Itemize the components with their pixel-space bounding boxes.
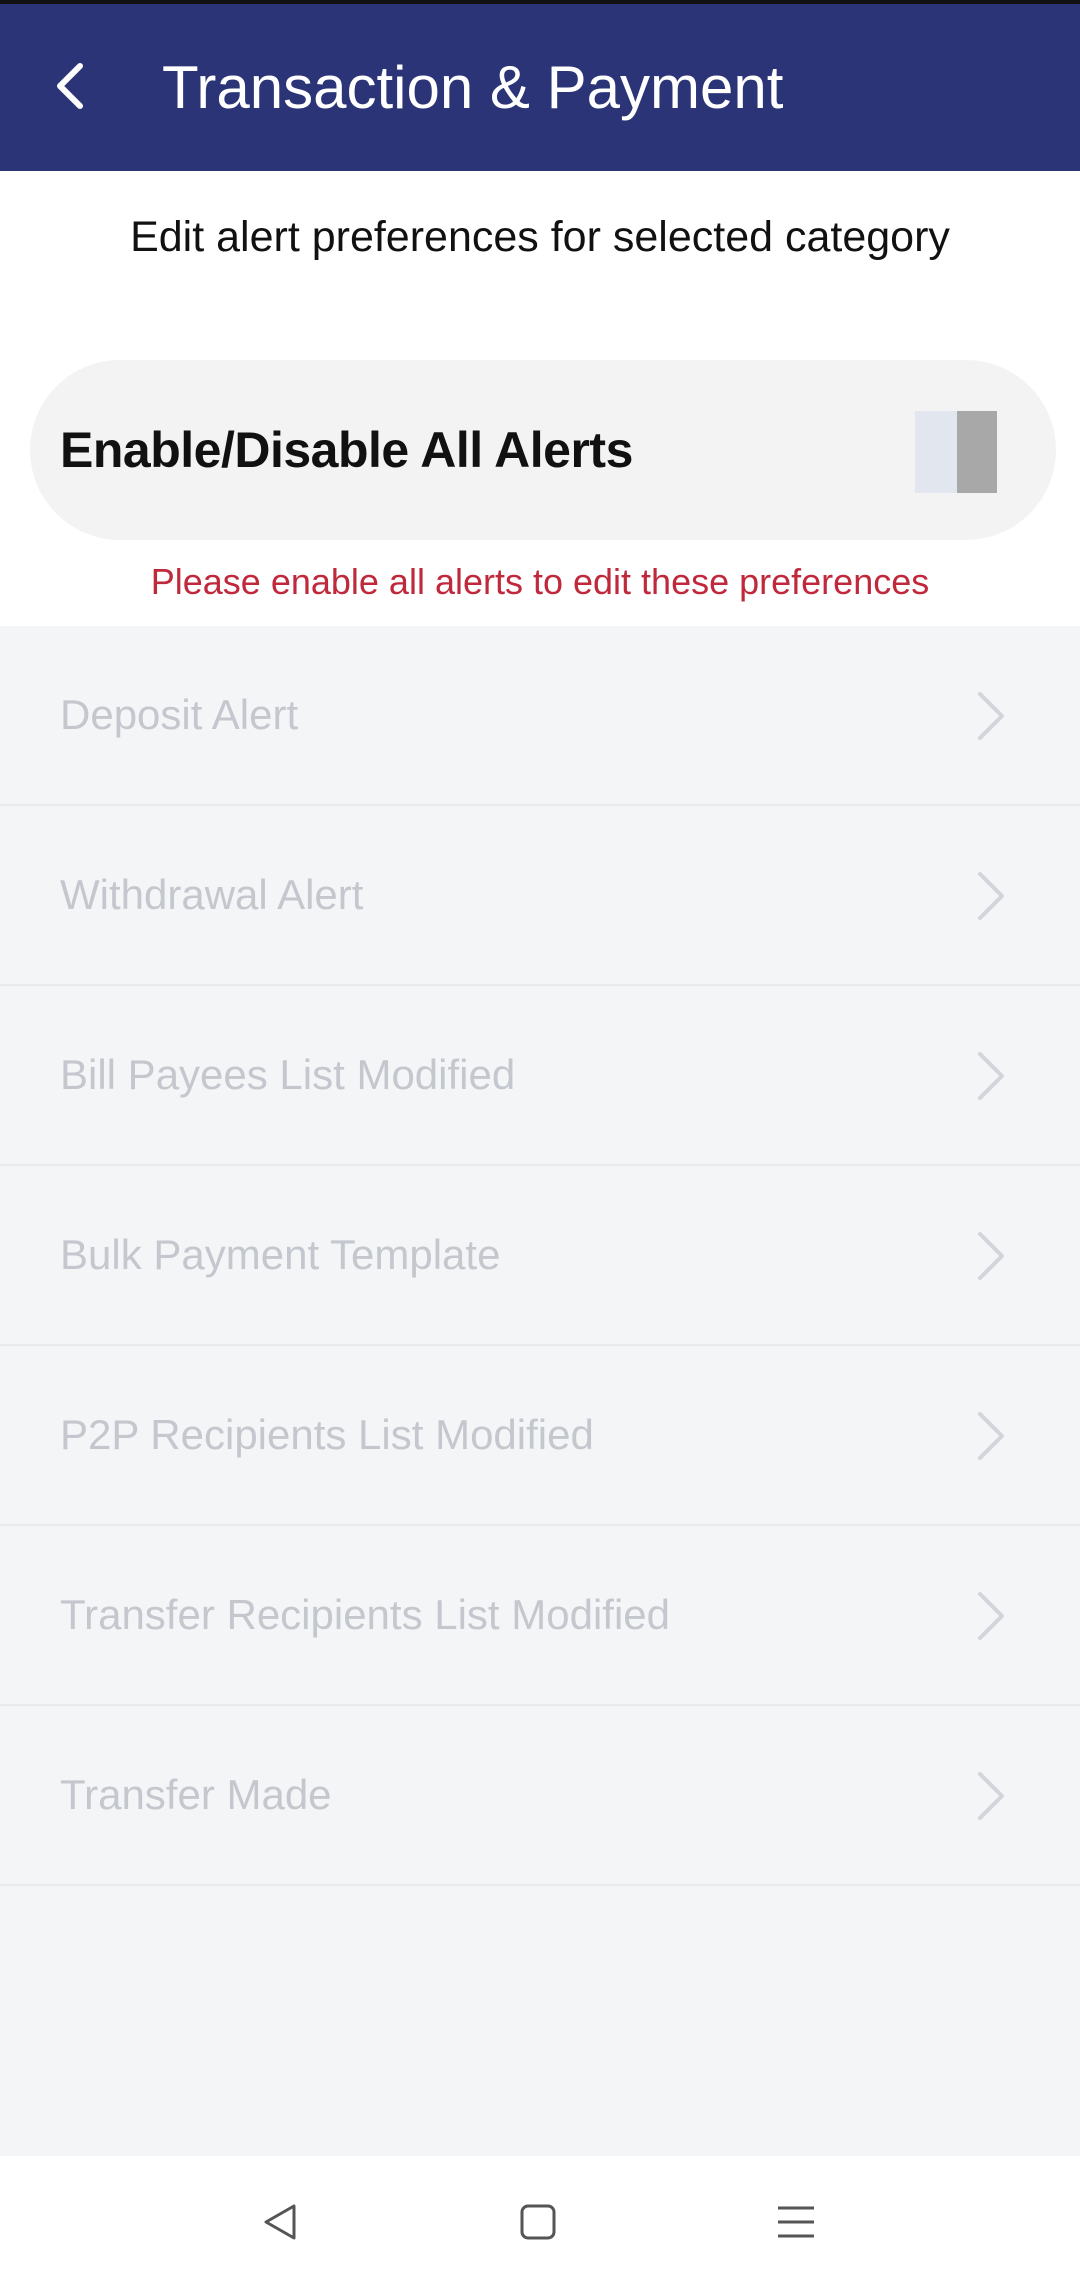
alert-item-withdrawal[interactable]: Withdrawal Alert xyxy=(0,806,1080,986)
alert-item-label: Transfer Recipients List Modified xyxy=(60,1591,671,1638)
back-button[interactable] xyxy=(38,44,102,128)
chevron-right-icon xyxy=(978,1412,1004,1460)
chevron-left-icon xyxy=(57,63,83,109)
alert-item-p2p-recipients[interactable]: P2P Recipients List Modified xyxy=(0,1346,1080,1526)
alert-item-label: Transfer Made xyxy=(60,1771,332,1818)
enable-all-alerts-label: Enable/Disable All Alerts xyxy=(60,422,633,478)
app-bar: Transaction & Payment xyxy=(0,4,1080,171)
chevron-right-icon xyxy=(978,692,1004,740)
alert-item-bill-payees[interactable]: Bill Payees List Modified xyxy=(0,986,1080,1166)
preferences-header: Edit alert preferences for selected cate… xyxy=(0,171,1080,626)
square-home-icon xyxy=(520,2204,556,2240)
alert-item-label: P2P Recipients List Modified xyxy=(60,1411,594,1458)
alert-list: Deposit Alert Withdrawal Alert Bill Paye… xyxy=(0,626,1080,1886)
alert-item-transfer-made[interactable]: Transfer Made xyxy=(0,1706,1080,1886)
alert-item-label: Deposit Alert xyxy=(60,691,299,738)
triangle-back-icon xyxy=(264,2204,296,2240)
nav-menu-button[interactable] xyxy=(760,2186,832,2258)
enable-all-alerts-row: Enable/Disable All Alerts xyxy=(30,360,1056,540)
chevron-right-icon xyxy=(978,1052,1004,1100)
alert-item-label: Withdrawal Alert xyxy=(60,871,364,918)
chevron-right-icon xyxy=(978,872,1004,920)
alert-item-label: Bulk Payment Template xyxy=(60,1231,501,1278)
toggle-thumb xyxy=(957,411,997,493)
alert-item-label: Bill Payees List Modified xyxy=(60,1051,516,1098)
enable-all-alerts-toggle[interactable] xyxy=(915,411,997,493)
page-title: Transaction & Payment xyxy=(162,54,784,121)
hamburger-menu-icon xyxy=(778,2206,814,2238)
enable-alerts-warning: Please enable all alerts to edit these p… xyxy=(150,561,930,602)
system-nav-bar xyxy=(0,2156,1080,2288)
nav-home-button[interactable] xyxy=(502,2186,574,2258)
alert-item-deposit[interactable]: Deposit Alert xyxy=(0,626,1080,806)
alert-item-bulk-payment[interactable]: Bulk Payment Template xyxy=(0,1166,1080,1346)
chevron-right-icon xyxy=(978,1772,1004,1820)
alert-item-transfer-recipients[interactable]: Transfer Recipients List Modified xyxy=(0,1526,1080,1706)
nav-back-button[interactable] xyxy=(244,2186,316,2258)
chevron-right-icon xyxy=(978,1232,1004,1280)
section-subtitle: Edit alert preferences for selected cate… xyxy=(130,213,950,261)
chevron-right-icon xyxy=(978,1592,1004,1640)
